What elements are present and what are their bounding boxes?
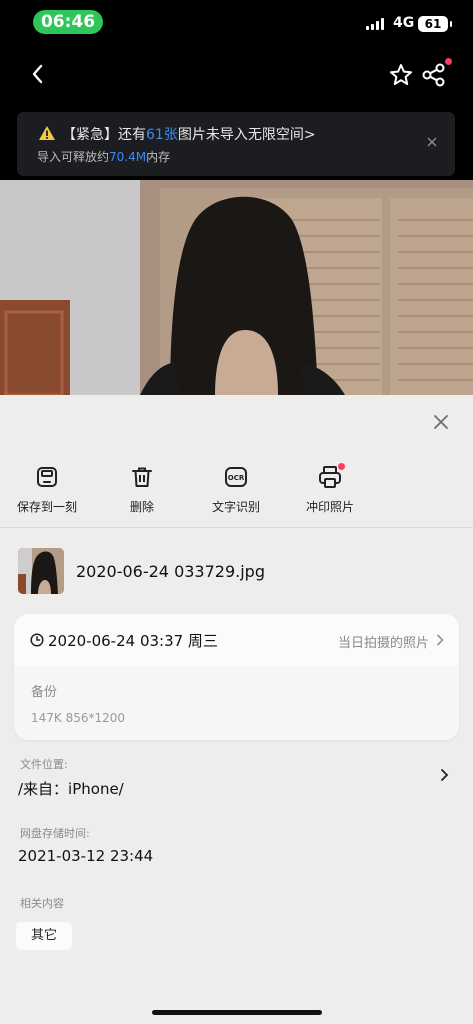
signal-icon <box>366 18 384 30</box>
file-size-resolution: 147K 856*1200 <box>31 711 126 725</box>
network-type: 4G <box>393 15 415 31</box>
storage-time-value: 2021-03-12 23:44 <box>18 847 154 865</box>
trash-icon <box>132 467 152 487</box>
banner-size: 70.4M <box>109 150 147 164</box>
same-day-photos-link[interactable]: 当日拍摄的照片 <box>338 632 429 651</box>
print-badge-dot <box>338 463 345 470</box>
share-icon <box>422 63 445 87</box>
location-value[interactable]: /来自：iPhone/ <box>18 778 124 799</box>
star-icon <box>390 64 412 85</box>
chevron-right-icon <box>436 634 444 646</box>
storage-time-label: 网盘存储时间: <box>20 827 90 840</box>
delete-button[interactable]: 删除 <box>102 465 182 515</box>
capture-date-row[interactable]: 2020-06-24 03:37 周三 当日拍摄的照片 <box>14 614 459 666</box>
status-time: 06:46 <box>33 10 103 34</box>
text-recognition-button[interactable]: OCR 文字识别 <box>196 465 276 515</box>
location-label: 文件位置: <box>20 758 68 771</box>
chevron-right-icon[interactable] <box>440 768 449 782</box>
save-icon <box>37 467 57 487</box>
related-tag[interactable]: 其它 <box>16 922 72 950</box>
photo-info-card: 2020-06-24 03:37 周三 当日拍摄的照片 备份 147K 856*… <box>14 614 459 740</box>
action-label: 删除 <box>129 500 154 514</box>
action-bar: 保存到一刻 删除 OCR 文字识别 冲印照片 <box>0 463 473 525</box>
file-thumbnail[interactable] <box>18 548 64 594</box>
svg-text:OCR: OCR <box>228 474 245 482</box>
photo-preview[interactable] <box>0 180 473 395</box>
favorite-button[interactable] <box>388 62 414 88</box>
home-indicator[interactable] <box>152 1010 322 1015</box>
action-label: 保存到一刻 <box>16 500 77 514</box>
related-content-label: 相关内容 <box>20 897 64 910</box>
photo-image <box>0 180 473 395</box>
divider <box>0 527 473 528</box>
status-bar: 06:46 4G 61 <box>0 0 473 44</box>
save-to-yike-button[interactable]: 保存到一刻 <box>7 465 87 515</box>
print-photo-button[interactable]: 冲印照片 <box>290 465 370 515</box>
clock-icon <box>30 633 44 647</box>
share-button[interactable] <box>421 62 447 88</box>
back-button[interactable] <box>26 60 50 88</box>
photo-info-sheet: 保存到一刻 删除 OCR 文字识别 冲印照片 2020-06-24 033729… <box>0 395 473 1024</box>
thumbnail-image <box>18 548 64 594</box>
banner-title: 【紧急】还有61张图片未导入无限空间> <box>62 127 316 143</box>
close-sheet-button[interactable] <box>433 414 449 430</box>
import-banner[interactable]: 【紧急】还有61张图片未导入无限空间> 导入可释放约70.4M内存 <box>17 112 455 176</box>
battery-icon: 61 <box>418 16 452 32</box>
warning-icon <box>39 126 55 140</box>
ocr-icon: OCR <box>225 467 247 487</box>
capture-datetime: 2020-06-24 03:37 周三 <box>48 632 218 650</box>
banner-count: 61张 <box>146 127 178 143</box>
backup-label[interactable]: 备份 <box>31 681 57 700</box>
action-label: 文字识别 <box>211 500 260 514</box>
close-icon[interactable] <box>427 137 437 147</box>
share-badge-dot <box>445 58 452 65</box>
file-name: 2020-06-24 033729.jpg <box>76 562 265 581</box>
chevron-left-icon <box>32 64 43 84</box>
banner-subtitle: 导入可释放约70.4M内存 <box>37 150 171 164</box>
action-label: 冲印照片 <box>305 500 354 514</box>
